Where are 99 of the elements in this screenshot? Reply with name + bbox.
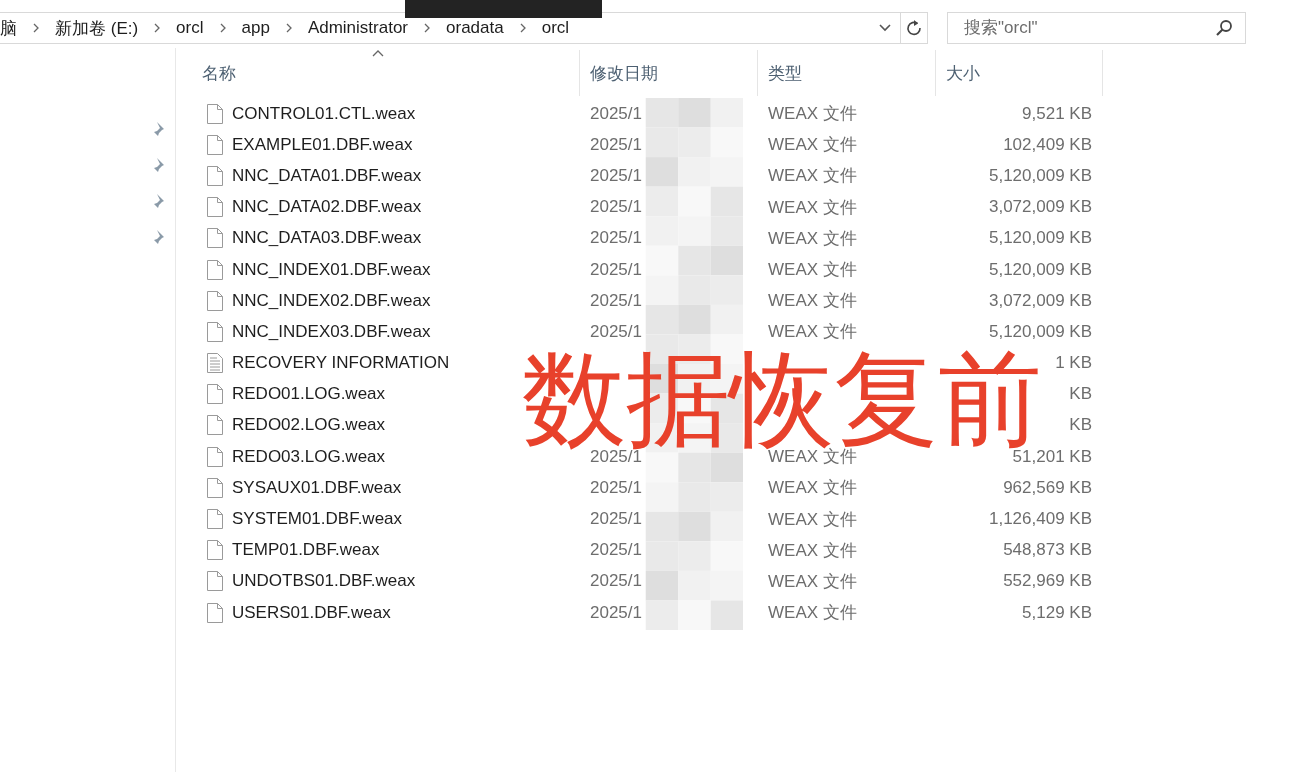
size-cell-text: 5,120,009 KB [987,321,1092,342]
file-icon [206,320,224,343]
type-cell-text: WEAX 文件 [767,134,858,157]
file-icon [206,539,224,562]
breadcrumb-item[interactable]: orcl [541,18,570,38]
date-cell-text: 2025/1 [589,290,643,311]
type-cell-text: WEAX 文件 [767,570,858,593]
file-name[interactable]: NNC_DATA02.DBF.weax [232,197,422,218]
text-document-icon [206,352,224,375]
date-cell-text: 2025/1 [589,134,643,155]
size-cell-text: 5,129 KB [1021,602,1092,623]
search-box[interactable]: 搜索"orcl" [947,12,1246,44]
chevron-down-icon[interactable] [878,23,892,33]
size-cell-text: 102,409 KB [1002,134,1092,155]
file-icon [206,196,224,219]
date-cell-text: 2025/1 [589,197,643,218]
size-cell-text: 3,072,009 KB [987,197,1092,218]
date-cell-text: 2025/1 [589,571,643,592]
size-cell-text: KB [1068,384,1092,405]
file-icon [206,445,224,468]
file-name[interactable]: REDO01.LOG.weax [232,384,386,405]
search-field[interactable]: 搜索"orcl" [962,17,1215,39]
file-name[interactable]: USERS01.DBF.weax [232,602,391,623]
date-cell-text: 2025/1 [589,103,643,124]
date-cell-text: 2025/1 [589,259,643,280]
size-cell-text: 9,521 KB [1021,103,1092,124]
size-cell-text: 1 KB [1054,353,1092,374]
type-cell-text: WEAX 文件 [767,227,858,250]
type-cell-text: WEAX 文件 [767,259,858,282]
file-name[interactable]: RECOVERY INFORMATION [232,353,450,374]
type-cell-text: WEAX 文件 [767,103,858,126]
file-name[interactable]: EXAMPLE01.DBF.weax [232,134,413,155]
file-name[interactable]: NNC_DATA03.DBF.weax [232,228,422,249]
date-cell-text: 2025/1 [589,228,643,249]
file-icon [206,476,224,499]
date-cell-text: 2025/1 [589,602,643,623]
type-cell-text: WEAX 文件 [767,508,858,531]
chevron-right-icon [218,23,227,33]
date-cell-text: 2025/1 [589,165,643,186]
size-cell-text: 548,873 KB [1002,540,1092,561]
file-name[interactable]: CONTROL01.CTL.weax [232,103,416,124]
chevron-right-icon [284,23,293,33]
file-icon [206,289,224,312]
file-name[interactable]: TEMP01.DBF.weax [232,540,380,561]
type-cell-text: WEAX 文件 [767,602,858,625]
file-name[interactable]: SYSTEM01.DBF.weax [232,509,403,530]
file-icon [206,508,224,531]
column-header[interactable]: 名称 [176,50,580,96]
file-icon [206,258,224,281]
chevron-right-icon [153,23,162,33]
file-icon [206,227,224,250]
column-header[interactable]: 大小 [936,50,1103,96]
file-icon [206,102,224,125]
type-cell-text: WEAX 文件 [767,477,858,500]
size-cell-text: 962,569 KB [1002,477,1092,498]
sort-caret-icon [371,50,384,57]
file-icon [206,570,224,593]
file-name[interactable]: UNDOTBS01.DBF.weax [232,571,416,592]
size-cell-text: 5,120,009 KB [987,228,1092,249]
file-name[interactable]: REDO02.LOG.weax [232,415,386,436]
file-icon [206,601,224,624]
file-name[interactable]: NNC_DATA01.DBF.weax [232,165,422,186]
breadcrumb-item[interactable]: oradata [446,18,504,38]
size-cell-text: 1,126,409 KB [987,509,1092,530]
size-cell-text: 5,120,009 KB [987,259,1092,280]
breadcrumb-item[interactable]: Administrator [307,18,409,38]
type-cell-text: WEAX 文件 [767,290,858,313]
file-name[interactable]: SYSAUX01.DBF.weax [232,477,402,498]
type-cell-text: WEAX 文件 [767,196,858,219]
date-cell-text: 2025/1 [589,321,643,342]
type-cell-text: WEAX 文件 [767,165,858,188]
chevron-right-icon [423,23,432,33]
file-name[interactable]: NNC_INDEX03.DBF.weax [232,321,431,342]
refresh-icon [906,19,922,37]
size-cell-text: 5,120,009 KB [987,165,1092,186]
file-name[interactable]: REDO03.LOG.weax [232,446,386,467]
file-icon [206,383,224,406]
breadcrumb-item[interactable]: 新加卷 (E:) [55,16,139,40]
file-icon [206,164,224,187]
file-name[interactable]: NNC_INDEX01.DBF.weax [232,259,431,280]
file-icon [206,133,224,156]
breadcrumb-item[interactable]: orcl [176,18,204,38]
chevron-right-icon [32,23,40,33]
type-cell-text: WEAX 文件 [767,539,858,562]
column-header[interactable]: 类型 [758,50,936,96]
size-cell-text: KB [1068,415,1092,436]
search-icon [1215,19,1233,37]
column-header[interactable]: 修改日期 [580,50,758,96]
size-cell-text: 3,072,009 KB [987,290,1092,311]
date-cell-text: 2025/1 [589,540,643,561]
size-cell-text: 552,969 KB [1002,571,1092,592]
file-name[interactable]: NNC_INDEX02.DBF.weax [232,290,431,311]
file-icon [206,414,224,437]
date-cell-text: 2025/1 [589,509,643,530]
breadcrumb-item[interactable]: app [241,18,270,38]
chevron-right-icon [518,23,527,33]
type-cell-text: WEAX 文件 [767,321,858,344]
date-cell-text: 2025/1 [589,477,643,498]
breadcrumb-item[interactable]: 脑 [0,16,17,40]
